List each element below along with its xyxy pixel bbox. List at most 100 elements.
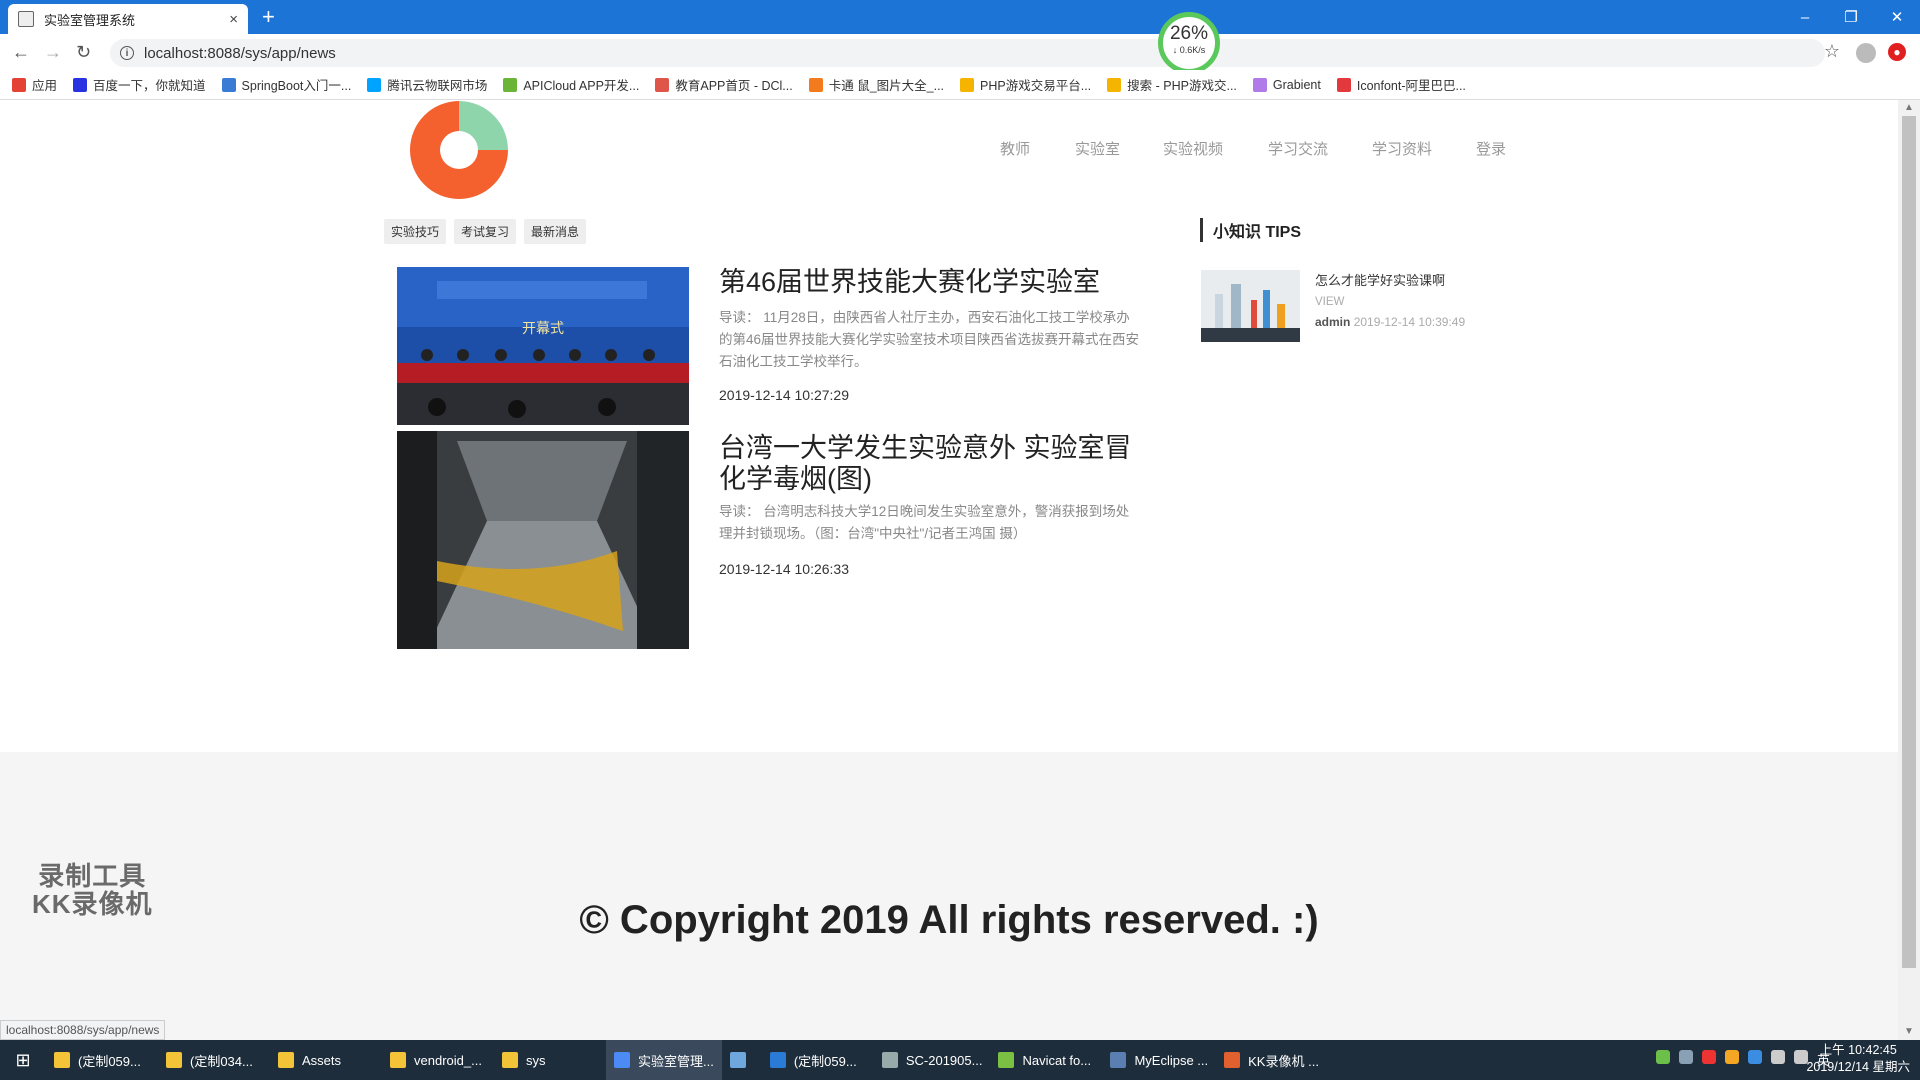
taskbar-item-label: vendroid_... <box>414 1052 482 1068</box>
category-latest-news[interactable]: 最新消息 <box>524 219 587 244</box>
minimize-icon[interactable]: – <box>1782 0 1828 34</box>
article-date: 2019-12-14 10:26:33 <box>719 561 849 577</box>
page-footer: © Copyright 2019 All rights reserved. :) <box>0 752 1898 1040</box>
bookmark-item[interactable]: 搜索 - PHP游戏交... <box>1107 75 1237 94</box>
restore-icon[interactable]: ❐ <box>1828 0 1874 34</box>
taskbar-item-label: Assets <box>302 1052 342 1068</box>
system-tray: 英 <box>1655 1050 1830 1068</box>
browser-toolbar: ← → ↻ i localhost:8088/sys/app/news <box>0 34 1920 70</box>
system-clock[interactable]: 上午 10:42:45 2019/12/14 星期六 <box>1806 1042 1910 1076</box>
address-bar[interactable]: i localhost:8088/sys/app/news <box>110 39 1825 67</box>
site-info-icon[interactable]: i <box>120 46 134 60</box>
extension-icon[interactable]: ● <box>1888 43 1906 61</box>
close-window-icon[interactable]: ✕ <box>1874 0 1920 34</box>
bookmark-label: Grabient <box>1272 77 1321 92</box>
bookmark-favicon-icon <box>808 77 823 92</box>
bookmark-favicon-icon <box>1336 77 1351 92</box>
nav-study-materials[interactable]: 学习资料 <box>1372 138 1432 159</box>
news-article: 台湾一大学发生实验意外 实验室冒化学毒烟(图) 导读： 台湾明志科技大学12日晚… <box>397 431 1397 651</box>
taskbar-item[interactable]: (定制059... <box>762 1040 874 1080</box>
bookmark-item[interactable]: PHP游戏交易平台... <box>960 75 1091 94</box>
page-scrollbar[interactable]: ▲ ▼ <box>1898 100 1920 1040</box>
vscode-icon <box>769 1052 786 1068</box>
taskbar-item[interactable]: KK录像机 ... <box>1216 1040 1328 1080</box>
tip-view-link[interactable]: VIEW <box>1315 296 1344 308</box>
bookmark-favicon-icon <box>221 77 236 92</box>
bookmark-item[interactable]: 腾讯云物联网市场 <box>367 75 487 94</box>
taskbar-item[interactable]: MyEclipse ... <box>1102 1040 1216 1080</box>
folder-icon <box>166 1052 182 1068</box>
page-favicon-icon <box>18 11 34 27</box>
battery-icon[interactable] <box>1655 1050 1670 1064</box>
scroll-down-icon[interactable]: ▼ <box>1904 1026 1914 1037</box>
taskbar-item[interactable]: Navicat fo... <box>990 1040 1102 1080</box>
bookmark-favicon-icon <box>655 77 670 92</box>
tip-thumbnail[interactable] <box>1201 270 1300 342</box>
site-logo[interactable] <box>408 100 510 200</box>
copyright-text: © Copyright 2019 All rights reserved. :) <box>579 898 1319 942</box>
scroll-thumb[interactable] <box>1902 116 1916 968</box>
folder-icon <box>54 1052 70 1068</box>
taskbar-item[interactable]: sys <box>494 1040 606 1080</box>
myeclipse-icon <box>1110 1052 1127 1068</box>
taskbar-item-label: (定制059... <box>793 1053 857 1069</box>
network-icon[interactable] <box>1770 1050 1785 1064</box>
address-url[interactable]: localhost:8088/sys/app/news <box>144 45 336 62</box>
nav-lab-videos[interactable]: 实验视频 <box>1163 138 1223 159</box>
kk-recorder-icon <box>1224 1052 1241 1068</box>
article-title[interactable]: 第46届世界技能大赛化学实验室 <box>719 267 1139 298</box>
browser-tab[interactable]: 实验室管理系统 × <box>8 4 248 34</box>
nav-teacher[interactable]: 教师 <box>1000 138 1030 159</box>
status-bar-url: localhost:8088/sys/app/news <box>0 1020 166 1040</box>
taskbar-item[interactable]: Assets <box>270 1040 382 1080</box>
nav-lab[interactable]: 实验室 <box>1075 138 1120 159</box>
taskbar-item[interactable]: (定制034... <box>158 1040 270 1080</box>
article-thumbnail[interactable] <box>397 431 689 649</box>
profile-avatar-icon[interactable] <box>1856 43 1876 63</box>
taskbar-item-label: 实验室管理... <box>638 1053 714 1069</box>
bluetooth-icon[interactable] <box>1747 1050 1762 1064</box>
bookmark-item[interactable]: 应用 <box>12 75 57 94</box>
taskbar-item[interactable] <box>722 1040 762 1080</box>
bookmark-item[interactable]: 百度一下，你就知道 <box>73 75 206 94</box>
bookmark-item[interactable]: 教育APP首页 - DCl... <box>655 75 793 94</box>
bookmark-favicon-icon <box>503 77 518 92</box>
taskbar-item[interactable]: 实验室管理... <box>606 1040 722 1080</box>
bookmark-item[interactable]: Iconfont-阿里巴巴... <box>1336 75 1466 94</box>
antivirus-icon[interactable] <box>1701 1050 1716 1064</box>
bookmark-favicon-icon <box>1252 77 1267 92</box>
taskbar-item[interactable]: SC-201905... <box>874 1040 991 1080</box>
banner-text: 开幕式 <box>522 321 564 337</box>
bookmark-item[interactable]: SpringBoot入门一... <box>221 75 351 94</box>
taskbar-item[interactable]: vendroid_... <box>382 1040 494 1080</box>
taskbar-item-label: SC-201905... <box>905 1052 983 1068</box>
bookmark-label: 教育APP首页 - DCl... <box>675 79 793 93</box>
lab-equipment-photo <box>1201 270 1300 342</box>
article-thumbnail[interactable]: 开幕式 <box>397 267 689 425</box>
taskbar-item-label: KK录像机 ... <box>1248 1053 1319 1069</box>
speed-percent: 26% <box>1169 23 1209 44</box>
app-icon <box>729 1052 746 1068</box>
back-icon[interactable]: ← <box>12 42 30 63</box>
nav-login[interactable]: 登录 <box>1476 138 1506 159</box>
bookmark-item[interactable]: 卡通 鼠_图片大全_... <box>808 75 944 94</box>
category-exam-review[interactable]: 考试复习 <box>454 219 517 244</box>
article-title[interactable]: 台湾一大学发生实验意外 实验室冒化学毒烟(图) <box>719 433 1139 495</box>
nav-study-exchange[interactable]: 学习交流 <box>1268 138 1328 159</box>
new-tab-button[interactable]: + <box>262 4 275 30</box>
bookmark-favicon-icon <box>12 77 26 92</box>
windows-start-icon[interactable]: ⊞ <box>0 1040 46 1080</box>
tab-close-icon[interactable]: × <box>229 11 238 28</box>
bookmark-item[interactable]: APICloud APP开发... <box>503 75 639 94</box>
taskbar-item[interactable]: (定制059... <box>46 1040 158 1080</box>
bookmark-item[interactable]: Grabient <box>1252 77 1321 92</box>
scroll-up-icon[interactable]: ▲ <box>1904 102 1914 113</box>
forward-icon[interactable]: → <box>44 42 62 63</box>
tip-title[interactable]: 怎么才能学好实验课啊 <box>1315 270 1445 289</box>
sidebar-heading: 小知识 TIPS <box>1200 218 1301 242</box>
tray-app-icon[interactable] <box>1724 1050 1739 1064</box>
cloud-icon[interactable] <box>1678 1050 1693 1064</box>
category-lab-skills[interactable]: 实验技巧 <box>384 219 447 244</box>
bookmark-star-icon[interactable]: ☆ <box>1824 41 1840 62</box>
reload-icon[interactable]: ↻ <box>76 42 91 63</box>
